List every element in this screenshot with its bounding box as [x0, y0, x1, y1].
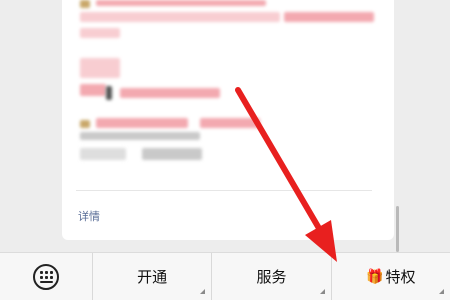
redacted-text: [142, 148, 202, 160]
redacted-text: [284, 12, 374, 22]
menu-item-kaitong[interactable]: 开通: [92, 253, 211, 300]
gift-icon: 🎁: [366, 268, 384, 285]
redacted-avatar: [80, 120, 90, 128]
submenu-indicator-icon: [200, 289, 206, 294]
redacted-text: [80, 12, 280, 22]
menu-item-label: 开通: [137, 268, 168, 286]
divider: [76, 190, 372, 191]
redacted-text: [120, 88, 220, 98]
detail-link[interactable]: 详情: [78, 208, 100, 224]
menu-item-label: 服务: [256, 268, 287, 286]
redacted-text: [200, 118, 260, 128]
submenu-indicator-icon: [438, 289, 444, 294]
redacted-text: [80, 28, 120, 38]
scrollbar[interactable]: [396, 206, 399, 252]
submenu-indicator-icon: [319, 289, 325, 294]
menu-item-fuwu[interactable]: 服务: [211, 253, 330, 300]
redacted-mark: [106, 86, 112, 100]
menu-item-label: 特权: [385, 268, 416, 286]
menu-bar: 开通 服务 🎁 特权: [0, 252, 450, 300]
chat-area: 详情: [0, 0, 450, 252]
redacted-text: [80, 58, 120, 78]
redacted-text: [80, 84, 106, 96]
redacted-text: [96, 118, 188, 128]
menu-item-tequan[interactable]: 🎁 特权: [330, 253, 450, 300]
redacted-text: [96, 0, 266, 6]
redacted-text: [80, 132, 200, 140]
redacted-text: [80, 148, 126, 160]
keyboard-icon: [33, 263, 59, 290]
redacted-avatar: [80, 0, 90, 8]
message-card[interactable]: 详情: [62, 0, 394, 240]
keyboard-toggle-button[interactable]: [0, 253, 92, 300]
